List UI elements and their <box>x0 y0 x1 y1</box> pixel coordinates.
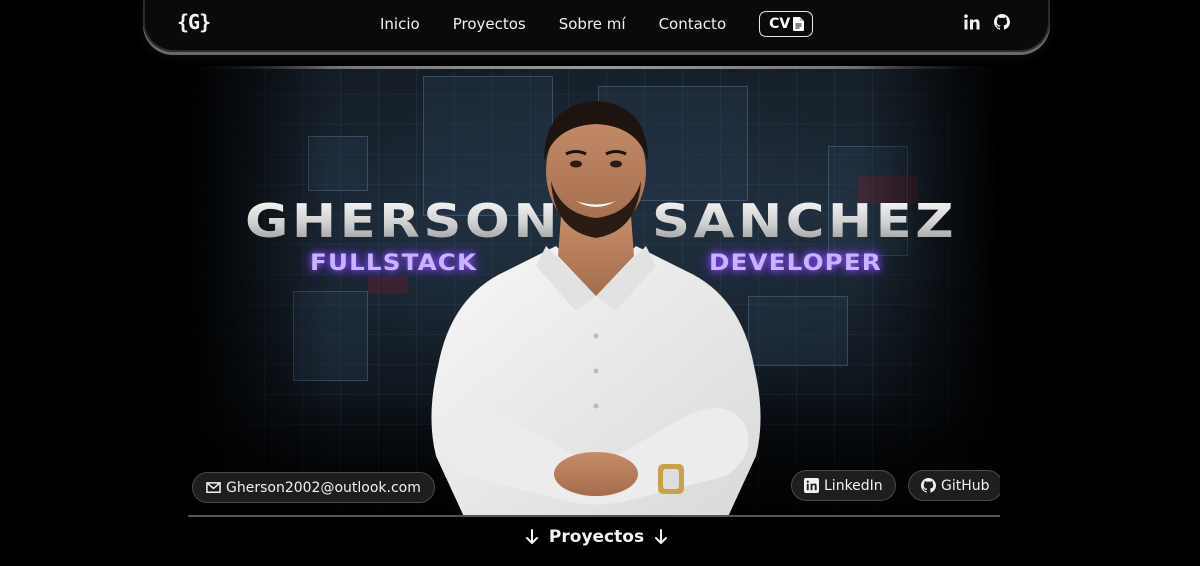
nav-link-contacto[interactable]: Contacto <box>659 15 727 33</box>
mail-icon <box>206 482 221 493</box>
email-address: Gherson2002@outlook.com <box>226 479 421 496</box>
github-icon <box>921 478 936 493</box>
linkedin-button[interactable]: LinkedIn <box>791 470 896 501</box>
scroll-to-projects-link[interactable]: Proyectos <box>0 527 1193 547</box>
arrow-down-icon <box>525 529 538 544</box>
github-button[interactable]: GitHub <box>908 470 1000 501</box>
cv-download-button[interactable]: CV <box>759 11 814 37</box>
email-contact-button[interactable]: Gherson2002@outlook.com <box>192 472 435 503</box>
arrow-down-icon <box>655 529 668 544</box>
linkedin-icon <box>804 478 819 493</box>
github-top-link[interactable] <box>994 14 1010 35</box>
nav-link-inicio[interactable]: Inicio <box>380 15 420 33</box>
social-links-top <box>964 14 1010 35</box>
linkedin-label: LinkedIn <box>824 477 883 494</box>
page: {G} Inicio Proyectos Sobre mí Contacto C… <box>0 0 1200 566</box>
hero-section: GHERSON SANCHEZ FULLSTACK DEVELOPER Gher… <box>188 66 1000 517</box>
document-icon <box>793 17 805 31</box>
projects-link-label: Proyectos <box>548 527 645 547</box>
cv-label: CV <box>769 16 791 32</box>
linkedin-top-link[interactable] <box>964 14 980 35</box>
background-red-light <box>368 276 408 294</box>
nav-link-proyectos[interactable]: Proyectos <box>453 15 526 33</box>
profile-portrait <box>431 101 761 515</box>
linkedin-icon <box>964 14 980 30</box>
nav-links: Inicio Proyectos Sobre mí Contacto CV <box>380 0 814 48</box>
github-label: GitHub <box>941 477 990 494</box>
site-logo[interactable]: {G} <box>177 10 211 36</box>
github-icon <box>994 14 1010 30</box>
top-navbar: {G} Inicio Proyectos Sobre mí Contacto C… <box>143 0 1050 52</box>
nav-link-sobre-mi[interactable]: Sobre mí <box>559 15 626 33</box>
